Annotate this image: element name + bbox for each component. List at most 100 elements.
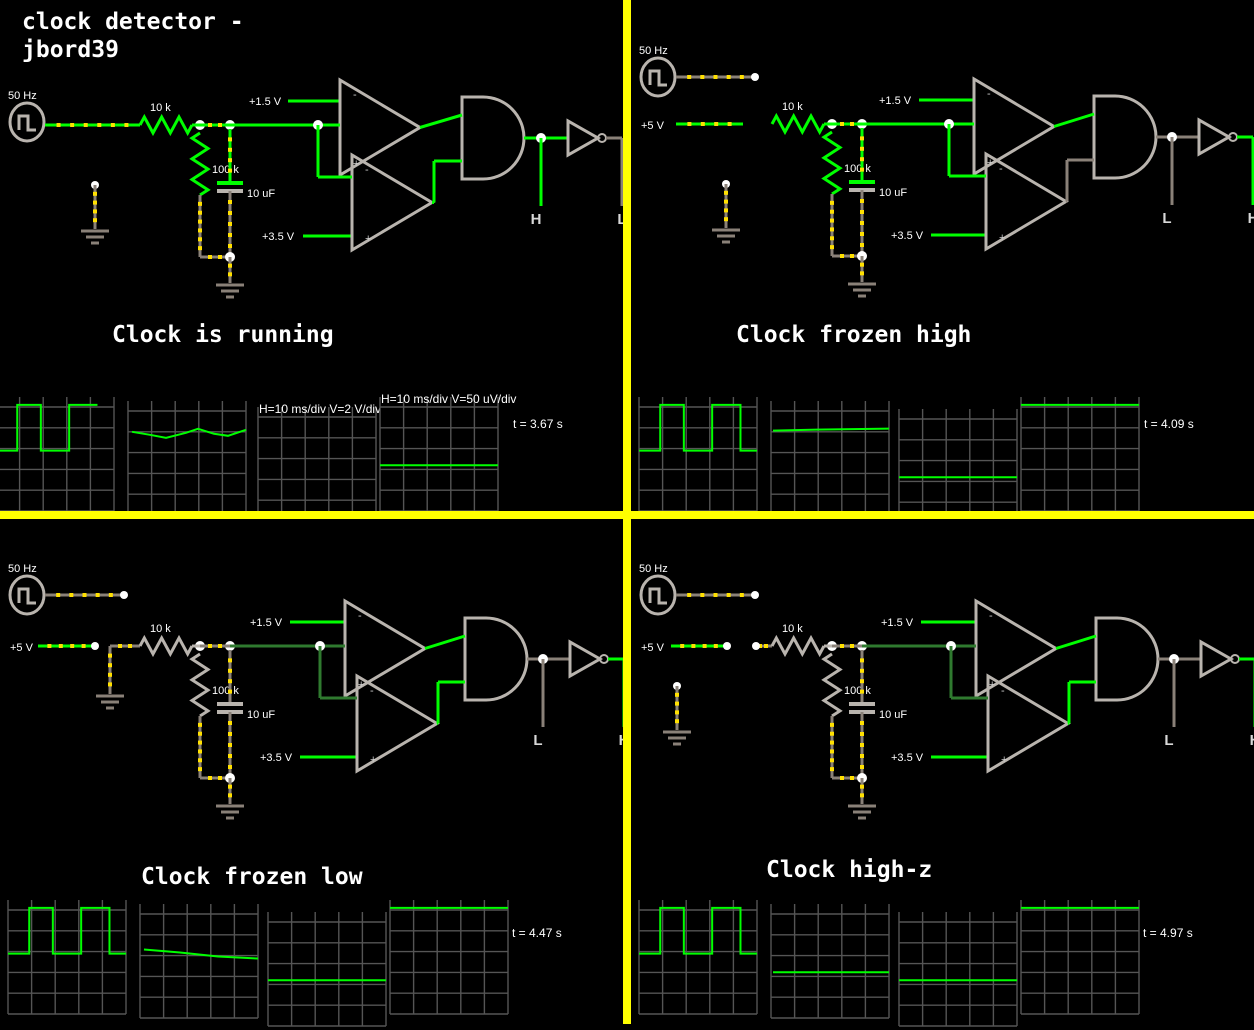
- current-dot: [726, 593, 731, 597]
- supply-label: +5 V: [641, 642, 665, 654]
- current-dot: [93, 200, 97, 205]
- current-dot: [228, 754, 232, 758]
- filtered-node-scope[interactable]: [127, 401, 247, 511]
- current-dot: [687, 75, 692, 79]
- current-dot: [724, 199, 728, 204]
- comparator-lower[interactable]: -+: [984, 151, 1069, 252]
- current-dot: [860, 765, 864, 769]
- current-dot: [830, 722, 834, 727]
- comparator-window-scope[interactable]: [267, 912, 387, 1027]
- source-label: 50 Hz: [639, 45, 668, 57]
- current-dot: [228, 158, 232, 163]
- quadrant-4-schematic: +5 V10 k100 k10 uF+1.5 V+3.5 V-+-+LH50 H…: [631, 519, 1254, 1030]
- clock-source-4[interactable]: [639, 574, 677, 616]
- current-dot: [713, 593, 718, 597]
- ref-high-label: +1.5 V: [250, 617, 283, 629]
- current-dot: [228, 793, 232, 798]
- ref-high-label: +1.5 V: [881, 617, 914, 629]
- current-dot: [675, 710, 679, 715]
- current-dot: [228, 658, 232, 663]
- ref-high-label: +1.5 V: [879, 95, 912, 107]
- current-dot: [860, 754, 864, 758]
- r-pull-label: 100 k: [844, 685, 871, 697]
- detector-output-scope[interactable]: H=10 ms/div V=50 uV/div: [379, 392, 516, 511]
- detector-output-scope[interactable]: [1020, 397, 1140, 511]
- and-input-upper: [1055, 634, 1097, 650]
- inverter-gate[interactable]: [1197, 117, 1238, 157]
- filtered-node-scope[interactable]: [139, 904, 259, 1019]
- output-label-right: H: [1248, 210, 1254, 227]
- and-gate[interactable]: [1094, 616, 1160, 702]
- current-dot: [228, 222, 232, 226]
- current-dot: [218, 776, 222, 780]
- r-series-label: 10 k: [782, 101, 803, 113]
- clock-input-scope[interactable]: [638, 900, 758, 1015]
- circuit-node: [91, 642, 99, 650]
- clock-source-3[interactable]: [8, 574, 46, 616]
- quadrant-clock-high-z: Clock high-z +5 V 10 k 100 k 10 uF +1.5 V +3.…: [631, 519, 1254, 1030]
- resistor-10k: [770, 634, 826, 658]
- clock-input-scope[interactable]: [0, 397, 115, 511]
- scope-trace: [131, 427, 247, 439]
- current-dot: [860, 167, 864, 172]
- current-dot: [840, 644, 844, 648]
- simulation-time-readout: t = 3.67 s: [513, 417, 563, 431]
- floating-ground-symbol: [81, 229, 109, 245]
- current-dot: [69, 593, 74, 597]
- ref-low-label: +3.5 V: [891, 752, 924, 764]
- current-dot: [860, 732, 864, 736]
- comparator-window-scope[interactable]: [898, 409, 1018, 511]
- comparator-window-scope[interactable]: H=10 ms/div V=2 V/div: [257, 402, 381, 511]
- current-dot: [228, 233, 232, 237]
- clock-source-1[interactable]: [8, 101, 46, 143]
- current-dot: [850, 254, 854, 258]
- resistor-10k: [138, 113, 194, 137]
- current-dot: [97, 123, 102, 127]
- current-dot: [218, 644, 222, 648]
- current-dot: [675, 701, 679, 706]
- and-gate[interactable]: [1092, 94, 1158, 180]
- current-dot: [724, 217, 728, 222]
- current-dot: [713, 75, 718, 79]
- cap-label: 10 uF: [247, 709, 275, 721]
- clock-input-scope[interactable]: [7, 900, 127, 1015]
- current-dot: [228, 244, 232, 248]
- output-label-left: L: [533, 732, 542, 749]
- current-dot: [93, 191, 97, 196]
- current-dot: [727, 122, 732, 126]
- r-pull-label: 100 k: [212, 164, 239, 176]
- resistor-10k: [770, 112, 826, 136]
- quadrant-clock-running: clock detector - jbord39 Clock is runnin…: [0, 0, 623, 511]
- current-dot: [860, 784, 864, 789]
- and-gate[interactable]: [463, 616, 529, 702]
- filtered-node-scope[interactable]: [770, 401, 890, 511]
- and-gate[interactable]: [460, 95, 526, 181]
- quadrant-clock-frozen-high: Clock frozen high +5 V 10 k 100 k 10 uF +1.5…: [631, 0, 1254, 511]
- comparator-lower[interactable]: -+: [355, 673, 440, 774]
- inverter-gate[interactable]: [566, 118, 607, 158]
- current-dot: [198, 758, 202, 763]
- comparator-window-scope[interactable]: [898, 912, 1018, 1027]
- clock-input-scope[interactable]: [638, 397, 758, 511]
- supply-label: +5 V: [641, 120, 665, 132]
- detector-output-scope[interactable]: [389, 900, 509, 1015]
- current-dot: [830, 200, 834, 205]
- current-dot: [830, 749, 834, 754]
- current-dot: [198, 210, 202, 215]
- current-dot: [228, 211, 232, 215]
- current-dot: [108, 682, 112, 687]
- filtered-node-scope[interactable]: [770, 904, 890, 1019]
- current-dot: [713, 644, 718, 648]
- current-dot: [830, 227, 834, 232]
- ground-symbol-left: [96, 694, 124, 710]
- comparator-lower[interactable]: -+: [986, 673, 1071, 774]
- comparator-lower[interactable]: -+: [350, 152, 435, 253]
- inverter-gate[interactable]: [568, 639, 609, 679]
- detector-output-scope[interactable]: [1020, 900, 1140, 1015]
- inverter-gate[interactable]: [1199, 639, 1240, 679]
- current-dot: [830, 218, 834, 223]
- current-dot: [860, 668, 864, 673]
- current-dot: [700, 75, 705, 79]
- clock-source-2[interactable]: [639, 56, 677, 98]
- current-dot: [860, 146, 864, 151]
